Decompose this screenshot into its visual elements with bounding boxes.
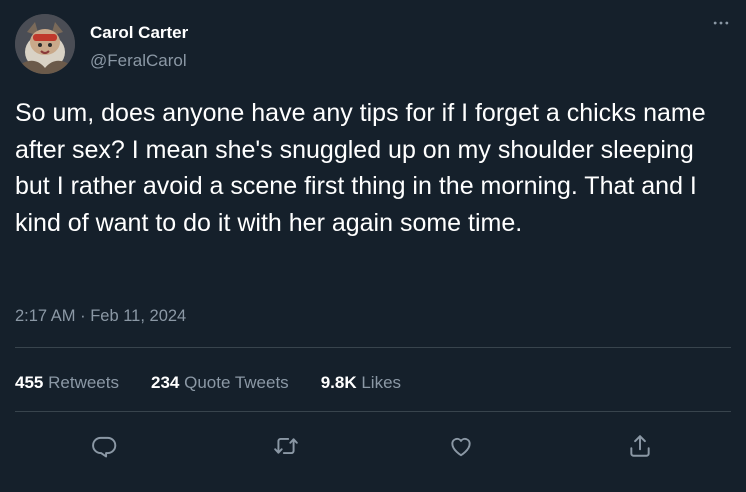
avatar[interactable] xyxy=(15,14,75,74)
likes-label: Likes xyxy=(361,373,402,392)
retweets-label: Retweets xyxy=(48,373,119,392)
tweet-text: So um, does anyone have any tips for if … xyxy=(15,99,713,237)
share-icon xyxy=(630,435,650,457)
more-options-button[interactable] xyxy=(710,12,732,34)
reply-icon xyxy=(92,436,117,458)
retweet-icon xyxy=(274,437,298,455)
divider xyxy=(15,347,731,348)
quote-tweets-count: 234 xyxy=(150,373,180,392)
share-button[interactable] xyxy=(624,430,656,462)
quote-tweets-label: Quote Tweets xyxy=(184,373,289,392)
divider xyxy=(15,411,731,412)
retweet-button[interactable] xyxy=(270,430,302,462)
retweets-stat[interactable]: 455 Retweets xyxy=(15,373,119,393)
heart-icon xyxy=(451,437,471,457)
reply-button[interactable] xyxy=(89,430,121,462)
quote-tweets-stat[interactable]: 234 Quote Tweets xyxy=(151,373,289,393)
action-bar xyxy=(0,430,746,462)
avatar-image xyxy=(15,14,75,74)
like-button[interactable] xyxy=(445,430,477,462)
retweets-count: 455 xyxy=(15,373,44,392)
likes-stat[interactable]: 9.8K Likes xyxy=(321,373,401,393)
tweet-timestamp[interactable]: 2:17 AM · Feb 11, 2024 xyxy=(15,307,186,326)
tweet: Carol Carter @FeralCarol So um, does any… xyxy=(0,0,746,492)
likes-count: 9.8K xyxy=(320,373,357,392)
stats-bar: 455 Retweets 234 Quote Tweets 9.8K Likes xyxy=(15,373,433,393)
more-horizontal-icon xyxy=(713,21,729,25)
handle[interactable]: @FeralCarol xyxy=(90,51,187,71)
display-name[interactable]: Carol Carter xyxy=(90,23,188,43)
